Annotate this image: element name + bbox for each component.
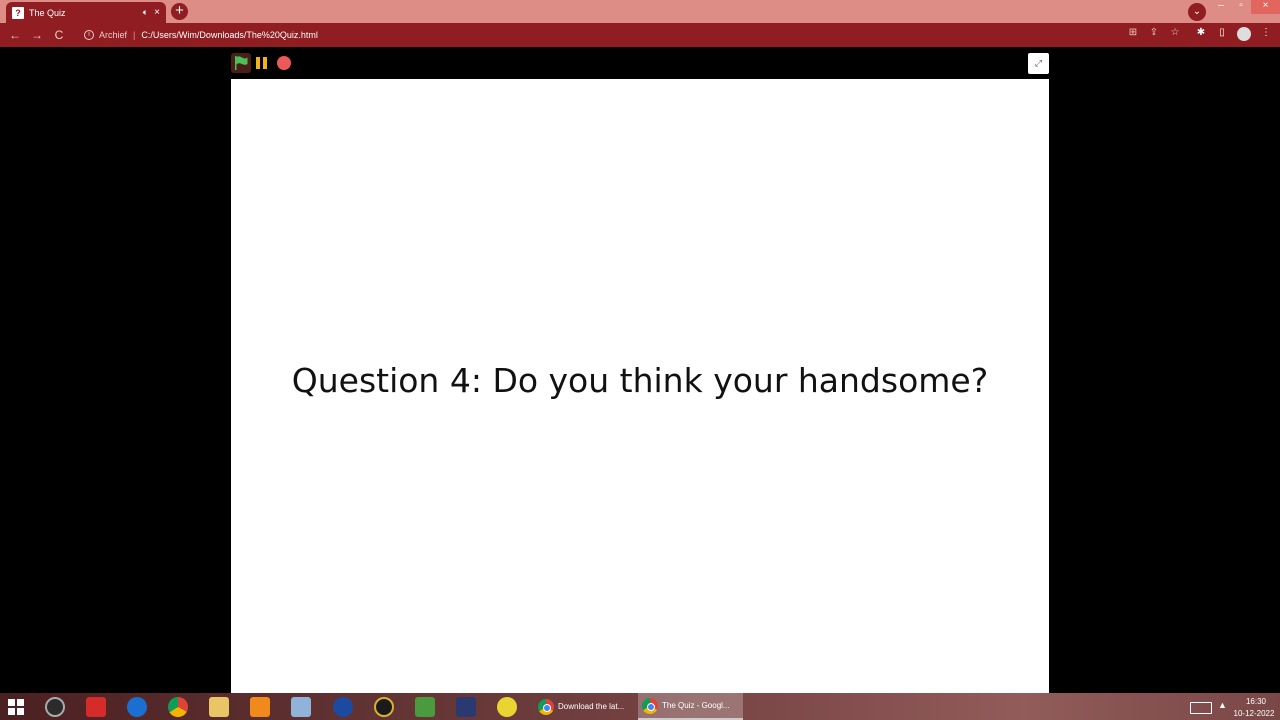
- teamviewer-icon[interactable]: [127, 697, 147, 717]
- browser-toolbar: ← → C i Archief | C:/Users/Wim/Downloads…: [0, 23, 1280, 47]
- extensions-icon[interactable]: ✱: [1194, 27, 1208, 38]
- browser-menu-icon[interactable]: ⋮: [1259, 27, 1273, 38]
- restore-button[interactable]: ▫: [1230, 0, 1252, 14]
- app-icon-4[interactable]: [456, 697, 476, 717]
- green-flag-icon: [235, 56, 248, 70]
- bookmark-star-icon[interactable]: ☆: [1168, 27, 1182, 38]
- address-separator: |: [133, 30, 136, 40]
- app-icon-2[interactable]: [374, 697, 394, 717]
- task-label: The Quiz - Googl...: [662, 701, 730, 710]
- reload-button[interactable]: C: [48, 28, 70, 42]
- info-icon: i: [84, 30, 94, 40]
- vlc-icon[interactable]: [250, 697, 270, 717]
- fullscreen-button[interactable]: ⤢: [1028, 53, 1049, 74]
- pause-button[interactable]: [256, 57, 268, 69]
- app-icon-1[interactable]: [45, 697, 65, 717]
- clock-time[interactable]: 16:30: [1236, 697, 1276, 706]
- share-icon[interactable]: ⇪: [1147, 27, 1161, 38]
- pause-icon-bar: [263, 57, 267, 69]
- address-bar-url[interactable]: C:/Users/Wim/Downloads/The%20Quiz.html: [141, 30, 318, 40]
- tab-search-button[interactable]: ⌄: [1188, 3, 1206, 21]
- back-button[interactable]: ←: [4, 28, 26, 42]
- windows-start-icon[interactable]: [8, 699, 24, 715]
- tab-the-quiz[interactable]: ? The Quiz 🔈︎ ×: [6, 2, 166, 23]
- app-store-icon[interactable]: [333, 697, 353, 717]
- acrobat-icon[interactable]: [86, 697, 106, 717]
- profile-avatar[interactable]: [1237, 27, 1251, 41]
- green-flag-button[interactable]: [231, 53, 251, 73]
- tray-overflow-icon[interactable]: ▲: [1218, 700, 1227, 710]
- chrome-icon: [642, 697, 658, 714]
- forward-button[interactable]: →: [26, 28, 48, 42]
- tab-title: The Quiz: [29, 7, 66, 18]
- app-icon-5[interactable]: [497, 697, 517, 717]
- chrome-icon[interactable]: [168, 697, 188, 717]
- task-label: Download the lat...: [558, 702, 625, 711]
- stop-button[interactable]: [277, 56, 291, 70]
- taskbar: Download the lat... The Quiz - Googl...: [0, 693, 1280, 720]
- minimize-button[interactable]: –: [1210, 0, 1232, 14]
- translate-icon[interactable]: ⊞: [1126, 27, 1140, 38]
- new-tab-button[interactable]: +: [171, 3, 188, 20]
- side-panel-icon[interactable]: ▯: [1215, 27, 1229, 38]
- taskbar-chrome-quiz-window[interactable]: The Quiz - Googl...: [638, 693, 743, 720]
- site-info-label: Archief: [99, 30, 128, 40]
- question-text: Question 4: Do you think your handsome?: [291, 361, 989, 400]
- file-explorer-icon[interactable]: [209, 697, 229, 717]
- app-icon-3[interactable]: [415, 697, 435, 717]
- tab-favicon: ?: [12, 6, 24, 19]
- stage[interactable]: Question 4: Do you think your handsome?: [231, 79, 1049, 693]
- pause-icon-bar: [256, 57, 260, 69]
- notepad-icon[interactable]: [291, 697, 311, 717]
- clock-date[interactable]: 10-12-2022: [1232, 709, 1276, 718]
- close-window-button[interactable]: ×: [1251, 0, 1280, 14]
- chrome-icon: [538, 698, 554, 715]
- speaker-icon[interactable]: 🔈︎: [143, 7, 148, 18]
- tab-strip: ? The Quiz 🔈︎ × + ⌄ – ▫ ×: [0, 0, 1280, 23]
- tab-close-icon[interactable]: ×: [154, 7, 160, 18]
- keyboard-icon[interactable]: [1190, 702, 1212, 714]
- site-info-chip[interactable]: i Archief | C:/Users/Wim/Downloads/The%2…: [84, 30, 318, 40]
- taskbar-chrome-download-window[interactable]: Download the lat...: [534, 693, 634, 720]
